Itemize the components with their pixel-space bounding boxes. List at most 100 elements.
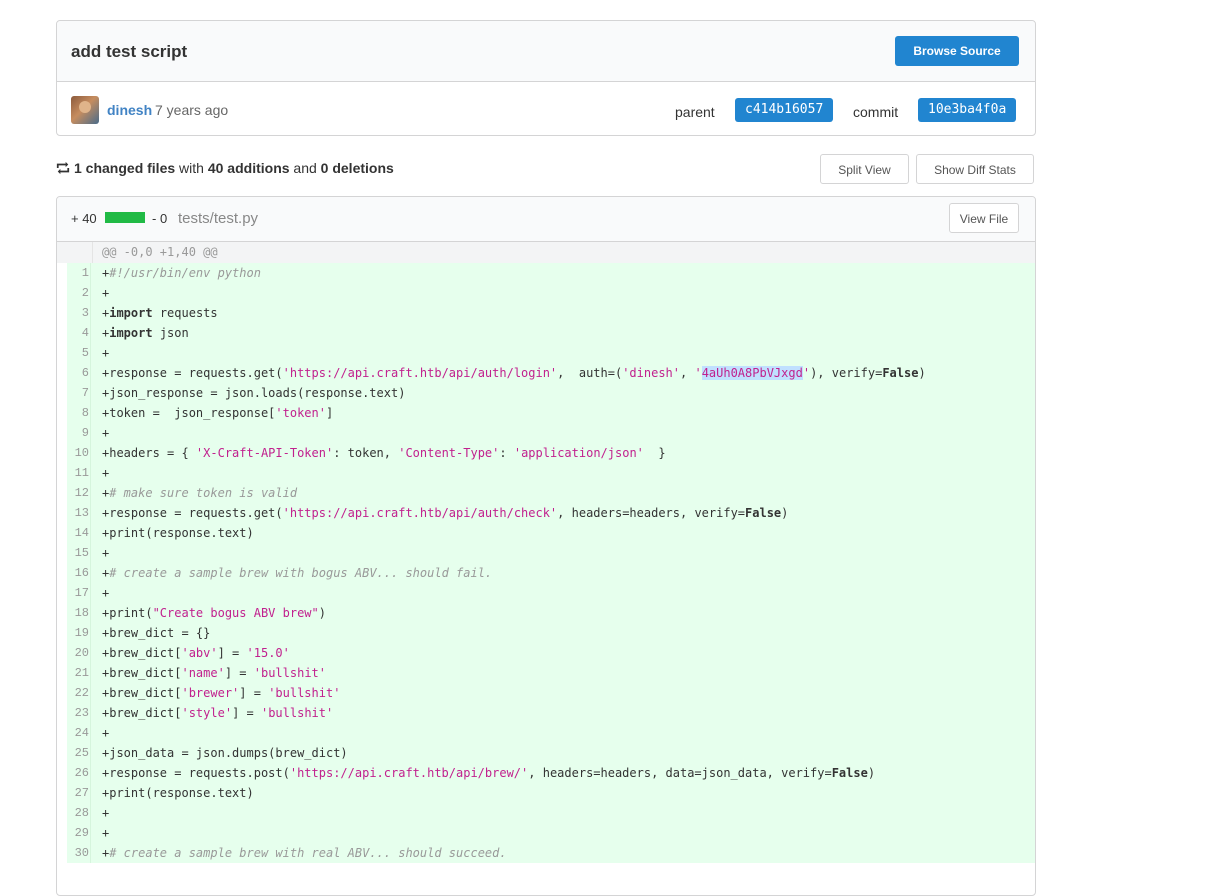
deletions-count: 0 deletions <box>320 160 394 176</box>
code-line: + <box>102 466 110 480</box>
line-number[interactable]: 11 <box>67 463 91 483</box>
diff-line: 1 +#!/usr/bin/env python <box>57 263 1035 283</box>
browse-source-button[interactable]: Browse Source <box>895 36 1019 66</box>
line-number[interactable]: 26 <box>67 763 91 783</box>
line-number[interactable]: 24 <box>67 723 91 743</box>
code-line: +#!/usr/bin/env python <box>102 266 261 280</box>
line-number[interactable]: 5 <box>67 343 91 363</box>
line-number[interactable]: 6 <box>67 363 91 383</box>
diff-line: 8 +token = json_response['token'] <box>57 403 1035 423</box>
line-number[interactable]: 21 <box>67 663 91 683</box>
commit-title-bar: add test script Browse Source <box>57 21 1035 82</box>
line-number[interactable]: 7 <box>67 383 91 403</box>
line-number[interactable]: 29 <box>67 823 91 843</box>
diff-line: 13 +response = requests.get('https://api.… <box>57 503 1035 523</box>
code-line: + <box>102 286 110 300</box>
code-line: +response = requests.post('https://api.c… <box>102 766 876 780</box>
code-line: +print(response.text) <box>102 786 254 800</box>
line-number[interactable]: 18 <box>67 603 91 623</box>
code-line: +print("Create bogus ABV brew") <box>102 606 326 620</box>
line-number[interactable]: 2 <box>67 283 91 303</box>
diff-line: 3 +import requests <box>57 303 1035 323</box>
diff-line: 30 +# create a sample brew with real ABV.… <box>57 843 1035 863</box>
diff-line: 11 + <box>57 463 1035 483</box>
line-number[interactable]: 4 <box>67 323 91 343</box>
commit-sha-button[interactable]: 10e3ba4f0a <box>918 98 1017 122</box>
code-line: +# create a sample brew with real ABV...… <box>102 846 507 860</box>
stats-with: with <box>179 160 204 176</box>
file-additions: + 40 <box>71 211 97 226</box>
code-line: + <box>102 426 110 440</box>
code-line: +response = requests.get('https://api.cr… <box>102 506 789 520</box>
line-number[interactable]: 15 <box>67 543 91 563</box>
line-number[interactable]: 12 <box>67 483 91 503</box>
diff-line: 25 +json_data = json.dumps(brew_dict) <box>57 743 1035 763</box>
code-line: +brew_dict['name'] = 'bullshit' <box>102 666 326 680</box>
diff-line: 9 + <box>57 423 1035 443</box>
diff-line: 18 +print("Create bogus ABV brew") <box>57 603 1035 623</box>
code-line: +headers = { 'X-Craft-API-Token': token,… <box>102 446 666 460</box>
commit-header-box: add test script Browse Source dinesh 7 y… <box>56 20 1036 136</box>
diff-line: 12 +# make sure token is valid <box>57 483 1035 503</box>
code-line: +import requests <box>102 306 218 320</box>
diff-line: 27 +print(response.text) <box>57 783 1035 803</box>
line-number[interactable]: 25 <box>67 743 91 763</box>
diff-line: 16 +# create a sample brew with bogus ABV… <box>57 563 1035 583</box>
line-number[interactable]: 17 <box>67 583 91 603</box>
changed-files-count: 1 changed files <box>74 160 176 176</box>
avatar[interactable] <box>71 96 99 124</box>
line-number[interactable]: 23 <box>67 703 91 723</box>
code-line: +brew_dict['abv'] = '15.0' <box>102 646 290 660</box>
author-link[interactable]: dinesh <box>107 102 152 118</box>
diff-line: 26 +response = requests.post('https://api… <box>57 763 1035 783</box>
diff-line: 2 + <box>57 283 1035 303</box>
code-line: +brew_dict['style'] = 'bullshit' <box>102 706 334 720</box>
diff-line: 19 +brew_dict = {} <box>57 623 1035 643</box>
parent-sha-button[interactable]: c414b16057 <box>735 98 834 122</box>
code-line: + <box>102 586 110 600</box>
hunk-header: @@ -0,0 +1,40 @@ <box>57 242 1035 263</box>
diff-line: 23 +brew_dict['style'] = 'bullshit' <box>57 703 1035 723</box>
retweet-icon <box>56 161 70 175</box>
diff-line: 10 +headers = { 'X-Craft-API-Token': toke… <box>57 443 1035 463</box>
line-number[interactable]: 8 <box>67 403 91 423</box>
code-line: +import json <box>102 326 189 340</box>
code-line: +brew_dict['brewer'] = 'bullshit' <box>102 686 341 700</box>
diff-line: 14 +print(response.text) <box>57 523 1035 543</box>
line-number[interactable]: 14 <box>67 523 91 543</box>
diff-line: 5 + <box>57 343 1035 363</box>
line-number[interactable]: 10 <box>67 443 91 463</box>
code-line: +json_data = json.dumps(brew_dict) <box>102 746 348 760</box>
code-line: +# make sure token is valid <box>102 486 298 500</box>
line-number[interactable]: 30 <box>67 843 91 863</box>
line-number[interactable]: 27 <box>67 783 91 803</box>
code-line: +print(response.text) <box>102 526 254 540</box>
line-number[interactable]: 16 <box>67 563 91 583</box>
diff-line: 21 +brew_dict['name'] = 'bullshit' <box>57 663 1035 683</box>
diff-stats-summary: 1 changed files with 40 additions and 0 … <box>56 160 394 176</box>
commit-meta: dinesh 7 years ago parent c414b16057 com… <box>57 82 1035 137</box>
diff-line: 17 + <box>57 583 1035 603</box>
commit-time: 7 years ago <box>155 102 229 118</box>
code-line: + <box>102 726 110 740</box>
code-line: +brew_dict = {} <box>102 626 211 640</box>
show-diff-stats-button[interactable]: Show Diff Stats <box>916 154 1034 184</box>
split-view-button[interactable]: Split View <box>820 154 909 184</box>
parent-label: parent <box>675 104 715 120</box>
line-number[interactable]: 3 <box>67 303 91 323</box>
line-number[interactable]: 1 <box>67 263 91 283</box>
view-file-button[interactable]: View File <box>949 203 1019 233</box>
line-number[interactable]: 20 <box>67 643 91 663</box>
code-line: + <box>102 806 110 820</box>
line-number[interactable]: 19 <box>67 623 91 643</box>
diff-line: 24 + <box>57 723 1035 743</box>
code-line: +token = json_response['token'] <box>102 406 334 420</box>
code-line: +response = requests.get('https://api.cr… <box>102 366 926 380</box>
code-line: + <box>102 346 110 360</box>
line-number[interactable]: 9 <box>67 423 91 443</box>
line-number[interactable]: 13 <box>67 503 91 523</box>
code-line: +# create a sample brew with bogus ABV..… <box>102 566 493 580</box>
line-number[interactable]: 28 <box>67 803 91 823</box>
line-number[interactable]: 22 <box>67 683 91 703</box>
hunk-text: @@ -0,0 +1,40 @@ <box>102 245 218 259</box>
